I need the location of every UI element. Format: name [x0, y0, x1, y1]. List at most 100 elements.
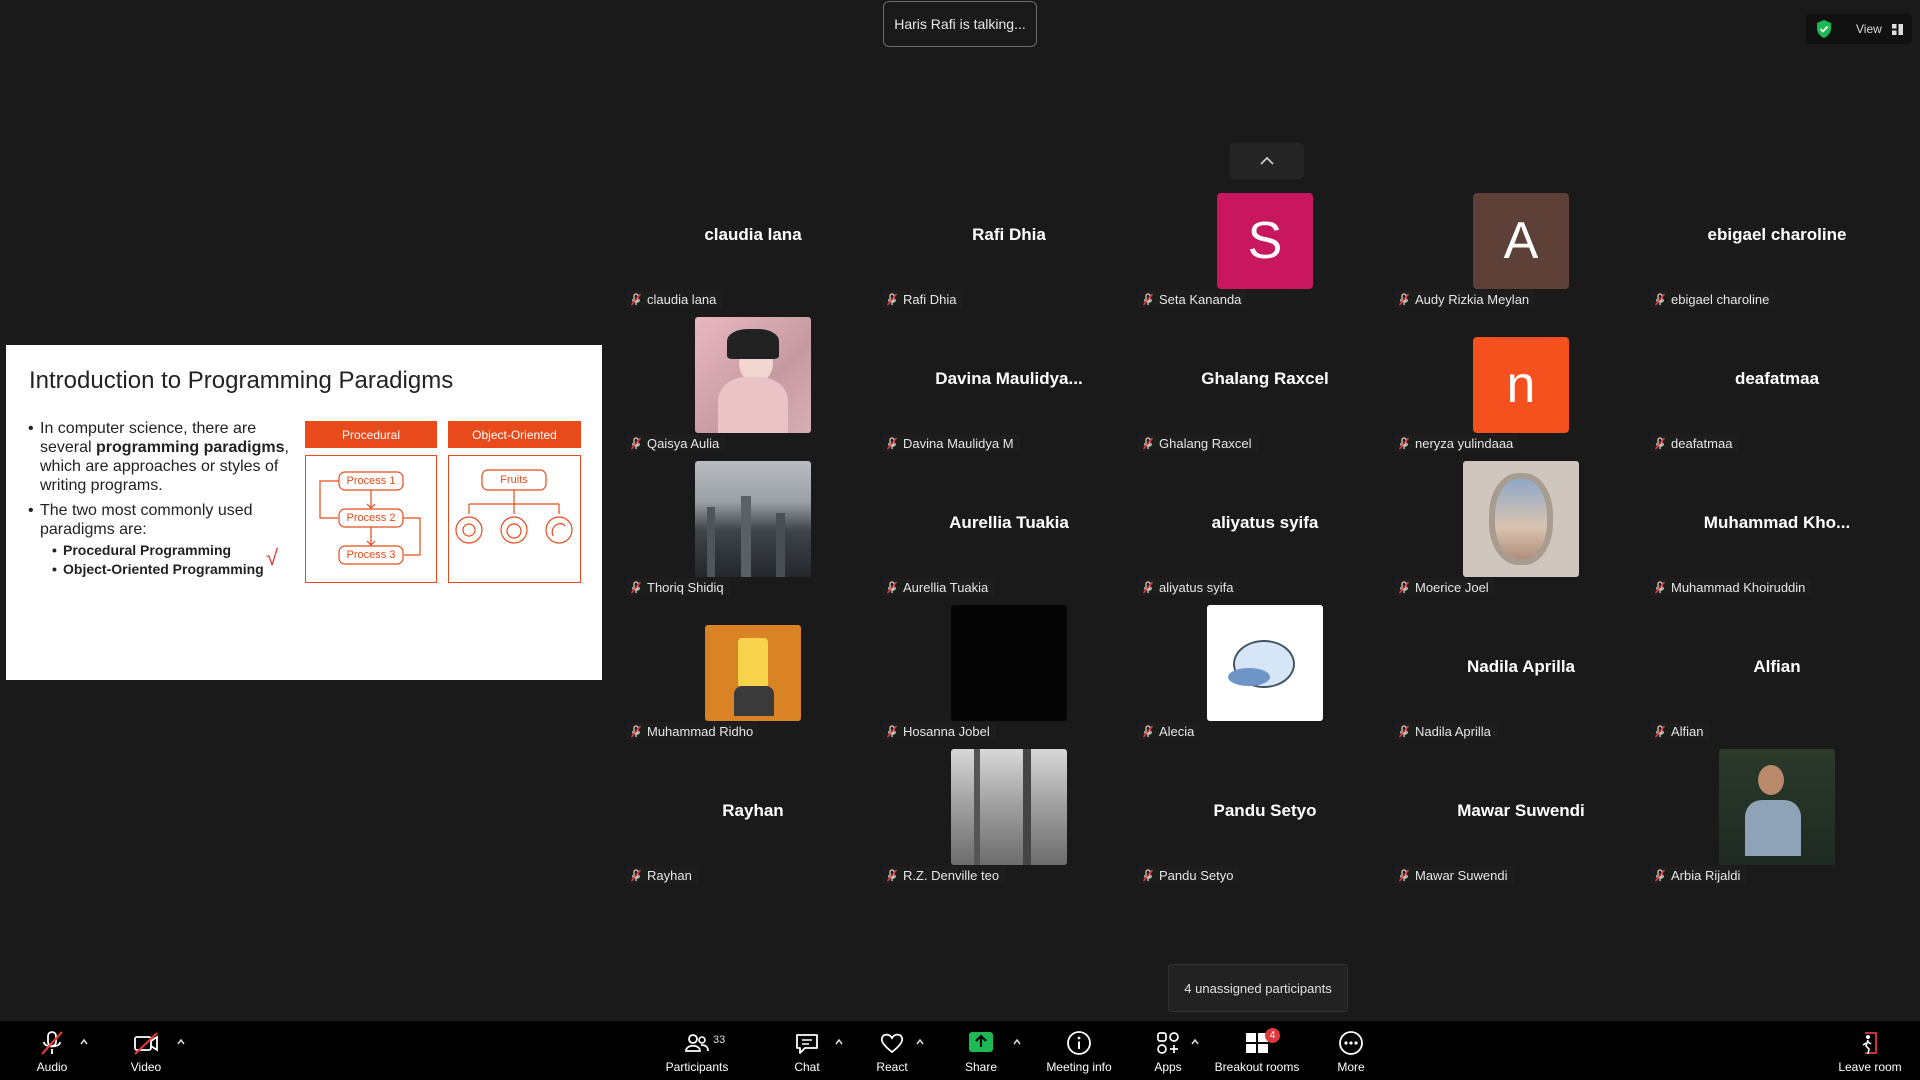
apps-button[interactable]: Apps	[1150, 1029, 1186, 1077]
leave-room-button[interactable]: Leave room	[1836, 1029, 1904, 1077]
grid-view-icon	[1891, 23, 1903, 35]
participant-tile[interactable]: Davina Maulidya... Davina Maulidya M	[882, 313, 1136, 453]
participant-name-label: Muhammad Khoiruddin	[1650, 578, 1812, 596]
participant-display-name: aliyatus syifa	[1211, 513, 1319, 532]
participant-tile[interactable]: Alfian Alfian	[1650, 601, 1904, 741]
mic-muted-icon	[1654, 292, 1666, 306]
breakout-rooms-badge: 4	[1265, 1028, 1280, 1043]
participant-name: Hosanna Jobel	[903, 723, 990, 739]
leave-room-label: Leave room	[1838, 1060, 1902, 1074]
participant-tile[interactable]: Moerice Joel	[1394, 457, 1648, 597]
breakout-rooms-button[interactable]: Breakout rooms	[1210, 1029, 1304, 1077]
meeting-window: Haris Rafi is talking... View Introducti…	[0, 0, 1920, 1080]
audio-options-caret-icon[interactable]	[79, 1037, 89, 1047]
react-options-caret-icon[interactable]	[915, 1037, 925, 1047]
participant-name-label: Rafi Dhia	[882, 290, 963, 308]
mic-muted-icon	[1398, 436, 1410, 450]
participant-tile[interactable]: Thoriq Shidiq	[626, 457, 880, 597]
mic-muted-icon	[1654, 724, 1666, 738]
participant-tile[interactable]: aliyatus syifa aliyatus syifa	[1138, 457, 1392, 597]
participant-name-label: R.Z. Denville teo	[882, 866, 1006, 884]
share-button[interactable]: Share	[962, 1029, 1000, 1077]
shield-check-icon	[1817, 20, 1831, 38]
participant-tile[interactable]: Mawar Suwendi Mawar Suwendi	[1394, 745, 1648, 885]
participant-name-label: Davina Maulidya M	[882, 434, 1020, 452]
participant-tile[interactable]: deafatmaa deafatmaa	[1650, 313, 1904, 453]
participant-name: Rayhan	[647, 867, 692, 883]
react-button[interactable]: React	[874, 1029, 910, 1077]
participant-name: Davina Maulidya M	[903, 435, 1014, 451]
participant-tile[interactable]: Qaisya Aulia	[626, 313, 880, 453]
more-button[interactable]: More	[1334, 1029, 1368, 1077]
participant-name-label: aliyatus syifa	[1138, 578, 1240, 596]
participant-name: Alecia	[1159, 723, 1195, 739]
participant-name: Pandu Setyo	[1159, 867, 1234, 883]
participant-name: deafatmaa	[1671, 435, 1733, 451]
share-options-caret-icon[interactable]	[1012, 1037, 1022, 1047]
participant-name-label: Alecia	[1138, 722, 1201, 740]
video-off-icon	[134, 1032, 158, 1055]
mic-muted-icon	[630, 292, 642, 306]
video-button[interactable]: Video	[124, 1029, 168, 1077]
chat-icon	[796, 1034, 818, 1054]
participant-video	[695, 317, 811, 433]
participant-tile[interactable]: Muhammad Kho... Muhammad Khoiruddin	[1650, 457, 1904, 597]
participant-name-label: deafatmaa	[1650, 434, 1739, 452]
participant-tile[interactable]: n neryza yulindaaa	[1394, 313, 1648, 453]
video-options-caret-icon[interactable]	[176, 1037, 186, 1047]
participant-tile[interactable]: Muhammad Ridho	[626, 601, 880, 741]
mic-muted-icon	[1398, 292, 1410, 306]
participant-tile[interactable]: Aurellia Tuakia Aurellia Tuakia	[882, 457, 1136, 597]
view-label: View	[1856, 22, 1882, 36]
chat-options-caret-icon[interactable]	[834, 1037, 844, 1047]
participant-tile[interactable]: Rafi Dhia Rafi Dhia	[882, 169, 1136, 309]
sub-bullet-oop: Object-Oriented Programming	[40, 560, 298, 579]
participant-tile[interactable]: Arbia Rijaldi	[1650, 745, 1904, 885]
more-label: More	[1337, 1060, 1365, 1074]
slide-bullet-1: In computer science, there are several p…	[28, 419, 298, 495]
participant-display-name: deafatmaa	[1734, 369, 1820, 388]
participant-tile[interactable]: S Seta Kananda	[1138, 169, 1392, 309]
participant-tile[interactable]: A Audy Rizkia Meylan	[1394, 169, 1648, 309]
breakout-rooms-label: Breakout rooms	[1214, 1060, 1300, 1074]
participant-display-name: Pandu Setyo	[1213, 801, 1317, 820]
sub-bullet-procedural: Procedural Programming	[40, 541, 298, 560]
procedural-diagram: Process 1 Process 2 Process 3	[305, 455, 437, 583]
participant-name: claudia lana	[647, 291, 717, 307]
participant-tile[interactable]: claudia lana claudia lana	[626, 169, 880, 309]
participant-tile[interactable]: Alecia	[1138, 601, 1392, 741]
participant-name-label: Qaisya Aulia	[626, 434, 726, 452]
participant-tile[interactable]: Rayhan Rayhan	[626, 745, 880, 885]
participant-name-label: neryza yulindaaa	[1394, 434, 1520, 452]
view-button[interactable]: View	[1806, 14, 1912, 44]
leave-room-icon	[1862, 1032, 1877, 1055]
audio-button[interactable]: Audio	[30, 1029, 74, 1077]
meeting-info-button[interactable]: Meeting info	[1040, 1029, 1118, 1077]
participant-name: Nadila Aprilla	[1415, 723, 1491, 739]
participant-name: neryza yulindaaa	[1415, 435, 1514, 451]
chat-label: Chat	[794, 1060, 820, 1074]
meeting-toolbar: Audio Video Participants 33 Chat React S…	[0, 1021, 1920, 1080]
participant-name: Alfian	[1671, 723, 1704, 739]
participant-tile[interactable]: Nadila Aprilla Nadila Aprilla	[1394, 601, 1648, 741]
mic-muted-icon	[886, 436, 898, 450]
mic-muted-icon	[41, 1031, 63, 1055]
participant-name-label: Seta Kananda	[1138, 290, 1248, 308]
participant-display-name: Aurellia Tuakia	[949, 513, 1069, 532]
chat-button[interactable]: Chat	[790, 1029, 824, 1077]
mic-muted-icon	[886, 868, 898, 882]
meeting-info-label: Meeting info	[1046, 1060, 1112, 1074]
participant-tile[interactable]: R.Z. Denville teo	[882, 745, 1136, 885]
participant-name: Audy Rizkia Meylan	[1415, 291, 1530, 307]
participant-tile[interactable]: Pandu Setyo Pandu Setyo	[1138, 745, 1392, 885]
participant-tile[interactable]: ebigael charoline ebigael charoline	[1650, 169, 1904, 309]
apps-options-caret-icon[interactable]	[1190, 1037, 1200, 1047]
apps-icon	[1157, 1032, 1179, 1054]
participant-display-name: claudia lana	[704, 225, 802, 244]
participant-tile[interactable]: Hosanna Jobel	[882, 601, 1136, 741]
participant-name: Muhammad Ridho	[647, 723, 754, 739]
heart-icon	[880, 1033, 904, 1054]
participant-video	[1207, 605, 1323, 721]
participant-tile[interactable]: Ghalang Raxcel Ghalang Raxcel	[1138, 313, 1392, 453]
unassigned-participants-tooltip: 4 unassigned participants	[1168, 964, 1348, 1012]
